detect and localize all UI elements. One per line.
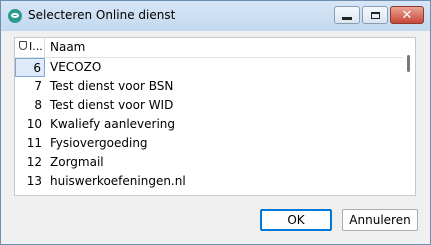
lock-icon bbox=[19, 41, 27, 50]
list-item-number: 11 bbox=[26, 136, 42, 150]
list-item-name: Test dienst voor BSN bbox=[50, 79, 174, 93]
list-item-name: huiswerkoefeningen.nl bbox=[50, 174, 186, 188]
ok-button[interactable]: OK bbox=[260, 209, 332, 231]
list-item-number: 7 bbox=[34, 79, 42, 93]
minimize-icon bbox=[342, 16, 352, 20]
minimize-button[interactable] bbox=[334, 6, 360, 24]
list-item-name: VECOZO bbox=[50, 60, 102, 74]
list-item[interactable]: 7 Test dienst voor BSN bbox=[15, 77, 403, 96]
maximize-icon bbox=[370, 11, 380, 19]
list-item-number: 12 bbox=[26, 155, 42, 169]
list-item[interactable]: 6 VECOZO bbox=[15, 58, 403, 77]
window-title: Selecteren Online dienst bbox=[28, 8, 176, 22]
list-item[interactable]: 11 Fysiovergoeding bbox=[15, 134, 403, 153]
service-list[interactable]: I... Naam 6 VECOZO 7 Test dienst voor BSN 8 T… bbox=[14, 37, 416, 196]
list-item-name: Test dienst voor WID bbox=[50, 98, 174, 112]
maximize-button[interactable] bbox=[362, 6, 388, 24]
list-item-name: Fysiovergoeding bbox=[50, 136, 148, 150]
column-header-number-label: I... bbox=[29, 40, 43, 53]
list-item-number: 13 bbox=[26, 174, 42, 188]
close-button[interactable]: ✕ bbox=[390, 6, 424, 24]
list-item-name: Zorgmail bbox=[50, 155, 104, 169]
list-item[interactable]: 10 Kwaliefy aanlevering bbox=[15, 115, 403, 134]
column-header-number[interactable]: I... bbox=[15, 38, 45, 57]
list-item-name: Kwaliefy aanlevering bbox=[50, 117, 176, 131]
list-header: I... Naam bbox=[15, 38, 403, 58]
vertical-scrollbar[interactable] bbox=[403, 38, 415, 195]
title-bar[interactable]: Selecteren Online dienst ✕ bbox=[1, 1, 430, 31]
dialog-window: Selecteren Online dienst ✕ I... Naam 6 VE… bbox=[0, 0, 431, 245]
list-item[interactable]: 8 Test dienst voor WID bbox=[15, 96, 403, 115]
list-item[interactable]: 12 Zorgmail bbox=[15, 153, 403, 172]
list-item[interactable]: 13 huiswerkoefeningen.nl bbox=[15, 172, 403, 191]
scrollbar-thumb[interactable] bbox=[407, 55, 410, 72]
list-item-number: 6 bbox=[15, 58, 45, 77]
online-service-icon bbox=[8, 9, 22, 23]
list-item-number: 8 bbox=[34, 98, 42, 112]
close-icon: ✕ bbox=[401, 7, 413, 23]
list-item-number: 10 bbox=[26, 117, 42, 131]
cancel-button[interactable]: Annuleren bbox=[342, 209, 418, 231]
column-header-name[interactable]: Naam bbox=[50, 40, 85, 54]
